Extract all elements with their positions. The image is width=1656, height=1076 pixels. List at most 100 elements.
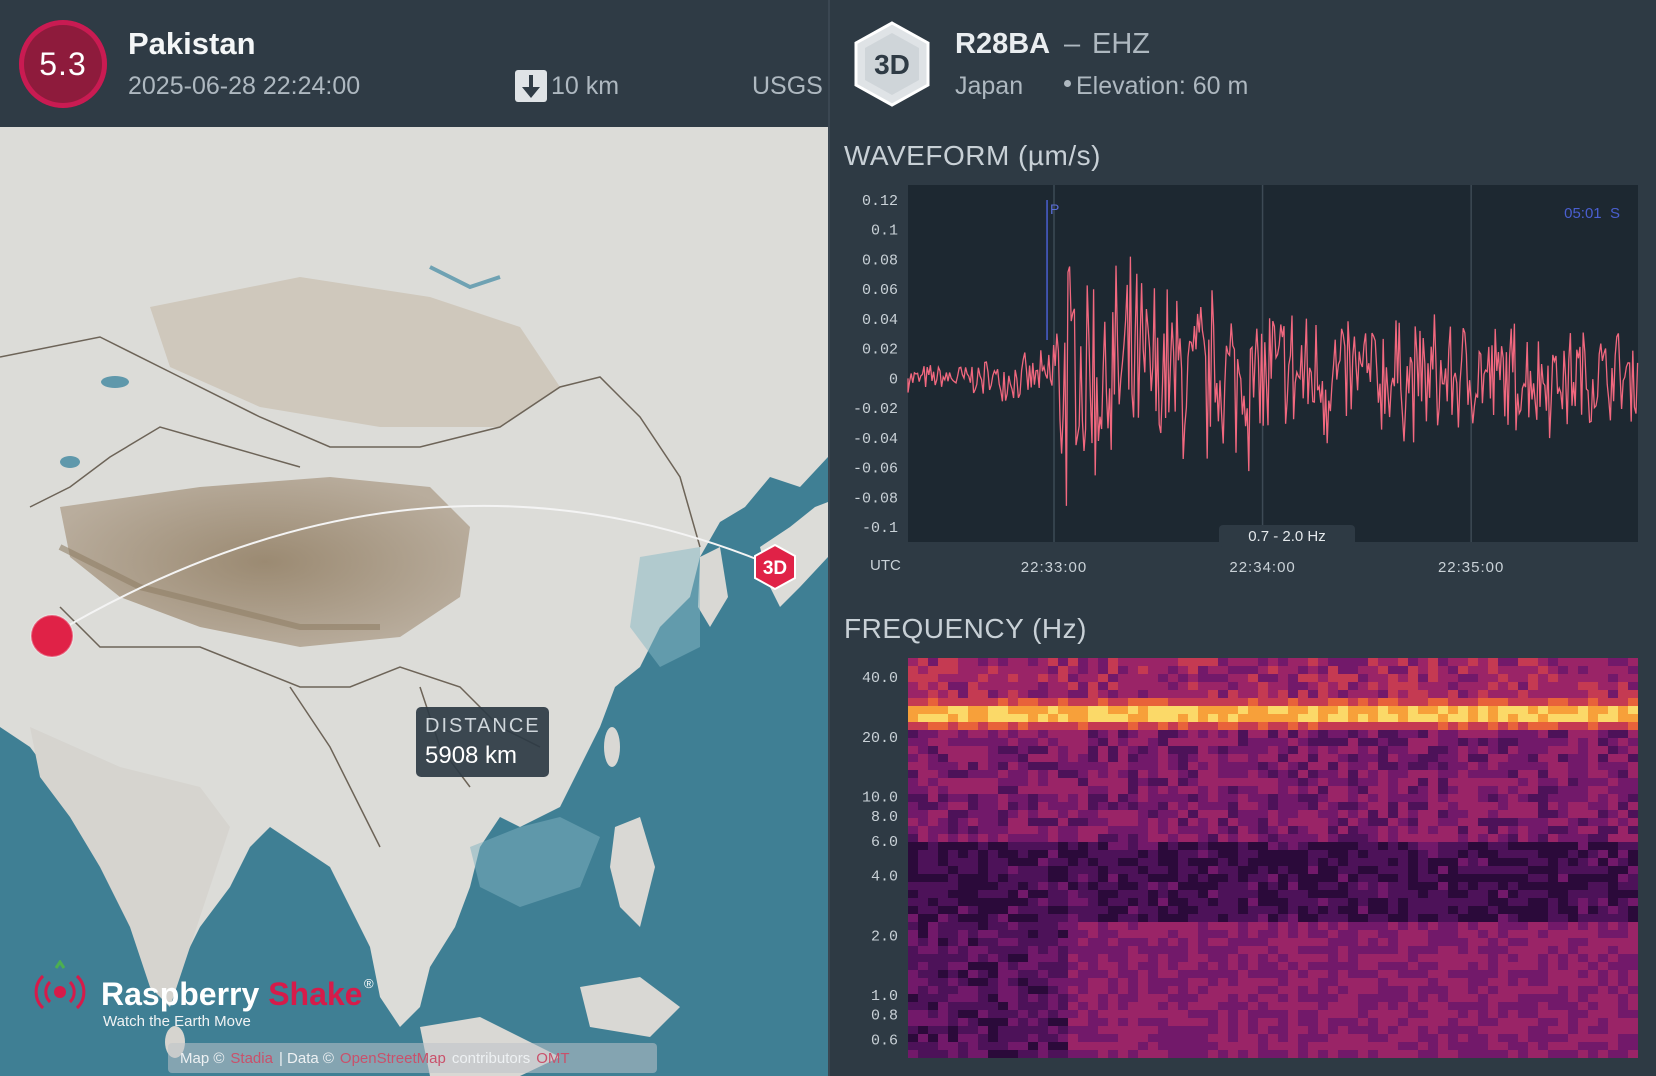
spectrogram-cell — [1358, 994, 1368, 1002]
spectrogram-cell — [1248, 698, 1258, 706]
spectrogram-cell — [1558, 714, 1568, 722]
spectrogram-cell — [1138, 682, 1148, 690]
spectrogram-cell — [1038, 666, 1048, 674]
spectrogram-y-ticks: 40.020.010.08.06.04.02.01.00.80.6 — [862, 670, 898, 1049]
spectrogram-cell — [1098, 690, 1108, 698]
spectrogram-cell — [1228, 850, 1238, 858]
spectrogram-cell — [1468, 938, 1478, 946]
spectrogram-cell — [1278, 682, 1288, 690]
spectrogram-cell — [1188, 946, 1198, 954]
spectrogram-cell — [978, 794, 988, 802]
spectrogram-cell — [1418, 746, 1428, 754]
waveform-chart[interactable]: 0.120.10.080.060.040.020-0.02-0.04-0.06-… — [830, 180, 1656, 580]
spectrogram-cell — [1618, 834, 1628, 842]
spectrogram-cell — [1588, 722, 1598, 730]
station-code[interactable]: R28BA — [955, 28, 1050, 61]
spectrogram-cell — [908, 914, 918, 922]
spectrogram-cell — [1378, 954, 1388, 962]
spectrogram-cell — [1528, 770, 1538, 778]
spectrogram-cell — [1258, 746, 1268, 754]
spectrogram-cell — [1418, 818, 1428, 826]
spectrogram-cell — [1428, 954, 1438, 962]
spectrogram-chart[interactable]: 40.020.010.08.06.04.02.01.00.80.6 — [830, 650, 1656, 1070]
spectrogram-cell — [1488, 922, 1498, 930]
waveform-y-ticks: 0.120.10.080.060.040.020-0.02-0.04-0.06-… — [853, 193, 898, 537]
spectrogram-cell — [1468, 986, 1478, 994]
spectrogram-cell — [1628, 754, 1638, 762]
spectrogram-cell — [1118, 1026, 1128, 1034]
attribution-data-link[interactable]: OpenStreetMap — [340, 1050, 446, 1067]
spectrogram-cell — [1338, 874, 1348, 882]
spectrogram-cell — [1498, 962, 1508, 970]
spectrogram-cell — [1488, 970, 1498, 978]
spectrogram-cell — [1008, 690, 1018, 698]
spectrogram-cell — [1338, 778, 1348, 786]
spectrogram-cell — [1048, 834, 1058, 842]
spectrogram-cell — [1448, 794, 1458, 802]
spectrogram-cell — [1458, 930, 1468, 938]
spectrogram-cell — [1258, 890, 1268, 898]
spectrogram-cell — [1518, 962, 1528, 970]
spectrogram-cell — [1378, 970, 1388, 978]
spectrogram-cell — [1048, 730, 1058, 738]
spectrogram-cell — [1258, 810, 1268, 818]
spectrogram-cell — [1438, 858, 1448, 866]
spectrogram-cell — [1348, 1002, 1358, 1010]
spectrogram-cell — [928, 994, 938, 1002]
earthquake-header[interactable]: 5.3 Pakistan 2025-06-28 22:24:00 10 km U… — [0, 0, 828, 127]
spectrogram-cell — [1498, 858, 1508, 866]
spectrogram-cell — [1168, 826, 1178, 834]
attribution-extra-link[interactable]: OMT — [536, 1050, 569, 1067]
spectrogram-cell — [968, 954, 978, 962]
spectrogram-cell — [988, 770, 998, 778]
spectrogram-cell — [1388, 722, 1398, 730]
spectrogram-cell — [1378, 930, 1388, 938]
spectrogram-cell — [1158, 866, 1168, 874]
station-elevation: Elevation: 60 m — [1076, 72, 1249, 100]
spectrogram-cell — [1078, 1034, 1088, 1042]
spectrogram-cell — [1488, 698, 1498, 706]
spectrogram-cell — [1428, 810, 1438, 818]
spectrogram-cell — [1628, 1042, 1638, 1050]
spectrogram-cell — [1228, 810, 1238, 818]
spectrogram-cell — [958, 666, 968, 674]
spectrogram-cell — [1148, 986, 1158, 994]
spectrogram-cell — [1318, 722, 1328, 730]
spectrogram-cell — [948, 826, 958, 834]
spectrogram-cell — [1008, 994, 1018, 1002]
spectrogram-cell — [1568, 914, 1578, 922]
spectrogram-cell — [1438, 714, 1448, 722]
spectrogram-cell — [1488, 1050, 1498, 1058]
spectrogram-cell — [1398, 970, 1408, 978]
spectrogram-cell — [1048, 778, 1058, 786]
attribution-map-link[interactable]: Stadia — [230, 1050, 273, 1067]
spectrogram-cell — [1498, 674, 1508, 682]
spectrogram-cell — [1188, 1034, 1198, 1042]
map-view[interactable]: 3D DISTANCE 5908 km — [0, 127, 828, 1076]
spectrogram-cell — [1338, 706, 1348, 714]
spectrogram-cell — [1018, 810, 1028, 818]
spectrogram-cell — [988, 1002, 998, 1010]
spectrogram-cell — [1108, 1002, 1118, 1010]
spectrogram-cell — [1448, 874, 1458, 882]
spectrogram-cell — [1048, 1026, 1058, 1034]
spectrogram-cell — [978, 986, 988, 994]
spectrogram-cell — [1508, 1042, 1518, 1050]
spectrogram-cell — [1128, 1026, 1138, 1034]
spectrogram-cell — [1578, 906, 1588, 914]
raspberry-shake-logo-icon[interactable] — [30, 959, 90, 1025]
spectrogram-cell — [1218, 914, 1228, 922]
spectrogram-cell — [1218, 794, 1228, 802]
spectrogram-cell — [1548, 890, 1558, 898]
spectrogram-cell — [1628, 938, 1638, 946]
spectrogram-cell — [1128, 754, 1138, 762]
spectrogram-cell — [1098, 866, 1108, 874]
spectrogram-cell — [1358, 1026, 1368, 1034]
spectrogram-cell — [1078, 698, 1088, 706]
spectrogram-cell — [1008, 962, 1018, 970]
spectrogram-cell — [1268, 794, 1278, 802]
spectrogram-cell — [1368, 730, 1378, 738]
spectrogram-cell — [1178, 666, 1188, 674]
spectrogram-cell — [1458, 818, 1468, 826]
spectrogram-cell — [918, 658, 928, 666]
